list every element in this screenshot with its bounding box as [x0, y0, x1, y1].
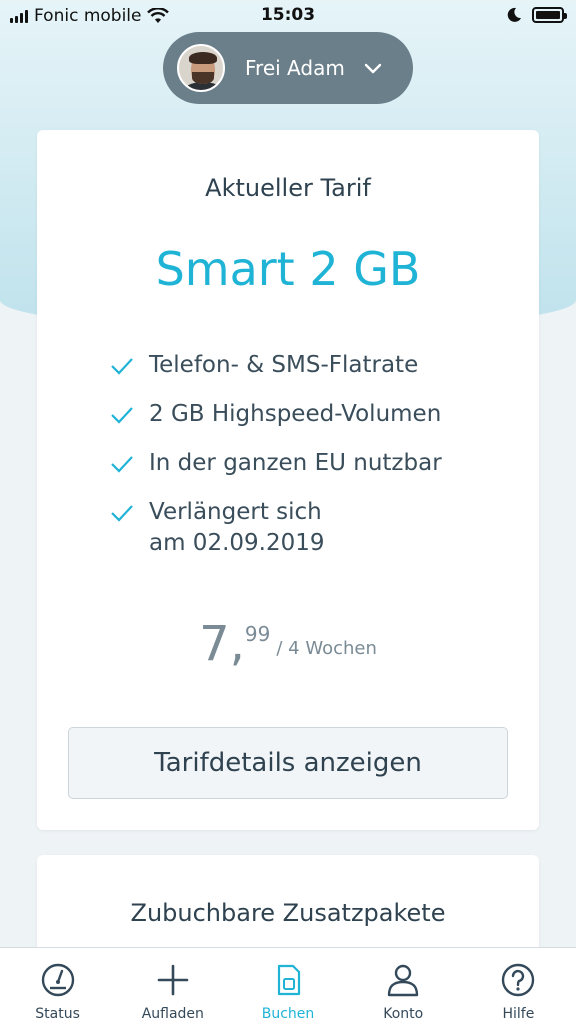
current-tariff-heading: Aktueller Tarif [205, 174, 371, 202]
feature-item: Verlängert sich am 02.09.2019 [109, 497, 509, 559]
status-bar-right [506, 7, 567, 23]
price-period: / 4 Wochen [276, 638, 377, 659]
tab-status[interactable]: Status [0, 948, 115, 1024]
tab-hilfe[interactable]: Hilfe [461, 948, 576, 1024]
feature-item: Telefon- & SMS-Flatrate [109, 350, 509, 381]
price-euro: 7, [199, 616, 245, 672]
feature-text: 2 GB Highspeed-Volumen [149, 401, 442, 427]
tab-bar: Status Aufladen Buchen Konto Hilfe [0, 947, 576, 1024]
user-name: Frei Adam [245, 56, 345, 80]
clock: 15:03 [260, 5, 316, 25]
status-bar: Fonic mobile 15:03 [0, 0, 576, 34]
tab-konto[interactable]: Konto [346, 948, 461, 1024]
feature-list: Telefon- & SMS-Flatrate 2 GB Highspeed-V… [109, 350, 509, 577]
user-selector[interactable]: Frei Adam [163, 32, 413, 104]
feature-text: Telefon- & SMS-Flatrate [149, 352, 419, 378]
check-icon [111, 505, 133, 522]
battery-icon [532, 7, 567, 23]
check-icon [111, 407, 133, 424]
feature-item: In der ganzen EU nutzbar [109, 448, 509, 479]
tab-label: Aufladen [141, 1006, 204, 1022]
chevron-down-icon [364, 63, 382, 74]
avatar [177, 44, 225, 92]
tab-label: Buchen [261, 1006, 315, 1022]
current-tariff-card: Aktueller Tarif Smart 2 GB Telefon- & SM… [37, 130, 539, 830]
person-icon [388, 964, 419, 997]
price-cent: 99 [244, 622, 271, 646]
feature-text: Verlängert sich am 02.09.2019 [149, 499, 325, 556]
moon-icon [507, 7, 521, 22]
check-icon [111, 358, 133, 375]
feature-text: In der ganzen EU nutzbar [149, 450, 442, 476]
check-icon [111, 456, 133, 473]
gauge-icon [41, 963, 74, 997]
tariff-details-button[interactable]: Tarifdetails anzeigen [68, 727, 508, 799]
feature-item: 2 GB Highspeed-Volumen [109, 399, 509, 430]
sim-card-icon [277, 964, 301, 996]
addons-heading: Zubuchbare Zusatzpakete [130, 899, 446, 927]
tab-label: Status [35, 1006, 80, 1022]
question-icon [502, 963, 535, 997]
price: 7,99/ 4 Wochen [37, 616, 539, 672]
tab-aufladen[interactable]: Aufladen [115, 948, 230, 1024]
tariff-name: Smart 2 GB [155, 242, 421, 296]
tab-label: Hilfe [502, 1006, 535, 1022]
plus-icon [157, 964, 189, 996]
tab-label: Konto [383, 1006, 424, 1022]
tab-buchen[interactable]: Buchen [230, 948, 345, 1024]
